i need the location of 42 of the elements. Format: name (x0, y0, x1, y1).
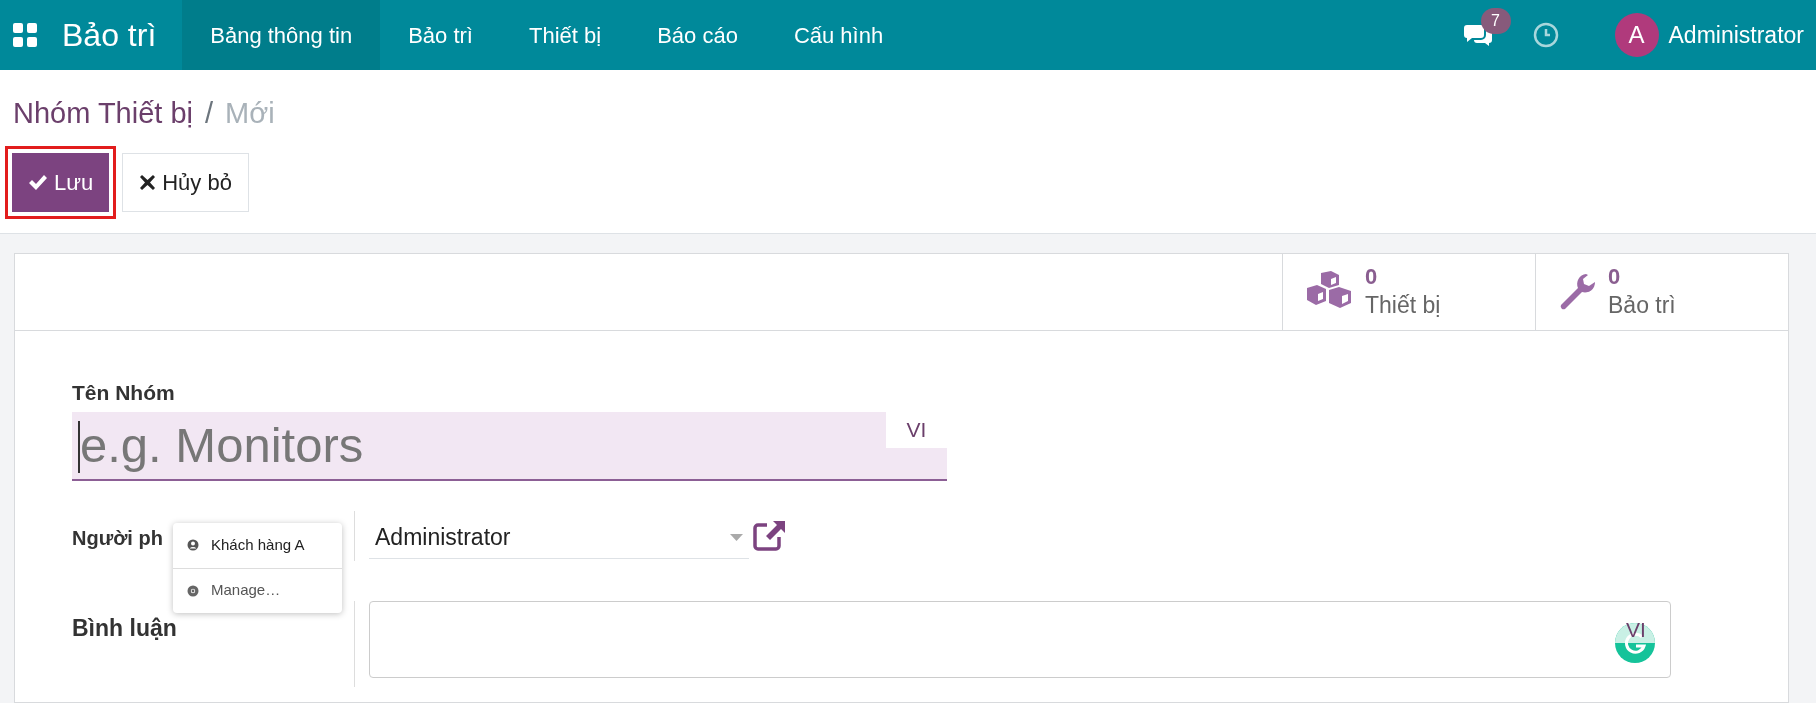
menu-item[interactable]: Cấu hình (765, 0, 912, 70)
field-label: Tên Nhóm (72, 379, 176, 406)
chat-icon[interactable] (1462, 22, 1493, 48)
apps-grid-icon[interactable] (12, 22, 38, 48)
responsible-select[interactable]: Administrator (369, 517, 749, 559)
placeholder-text: e.g. Monitors (80, 417, 365, 474)
menu-item[interactable]: Bảo trì (380, 0, 501, 70)
external-link-icon[interactable] (753, 519, 787, 551)
wrench-icon (1558, 271, 1596, 312)
autofill-item[interactable]: Khách hàng A (173, 522, 342, 568)
stat-count: 0 (1365, 263, 1378, 291)
language-button[interactable]: VI (1626, 614, 1646, 646)
autofill-item[interactable]: Manage… (173, 567, 342, 613)
user-name[interactable]: Administrator (1668, 17, 1816, 53)
person-icon (187, 539, 199, 551)
menu-item[interactable]: Báo cáo (629, 0, 766, 70)
stat-label: Bảo trì (1608, 290, 1676, 320)
notification-badge: 7 (1480, 8, 1511, 34)
user-avatar[interactable]: A (1614, 13, 1659, 57)
field-label: Người ph (72, 527, 163, 549)
browser-icon (187, 584, 199, 597)
grammar-assistant-icon[interactable] (1614, 622, 1656, 664)
app-title[interactable]: Bảo trì (62, 11, 183, 59)
caret-icon (730, 534, 743, 541)
close-icon (139, 173, 157, 191)
stat-label: Thiết bị (1365, 290, 1441, 320)
stat-count: 0 (1608, 263, 1621, 291)
clock-icon[interactable] (1532, 22, 1559, 48)
menu-item[interactable]: Bảng thông tin (182, 0, 381, 70)
breadcrumb-current: Mới (225, 96, 275, 131)
breadcrumb-link[interactable]: Nhóm Thiết bị (13, 92, 193, 136)
field-label: Bình luận (72, 614, 178, 643)
check-icon (28, 173, 48, 191)
stat-button[interactable]: 0 Bảo trì (1535, 253, 1788, 330)
menu-item[interactable]: Thiết bị (501, 0, 630, 70)
breadcrumb-separator: / (205, 96, 214, 131)
stat-button[interactable]: 0 Thiết bị (1282, 253, 1535, 330)
language-button[interactable]: VI (886, 412, 947, 448)
save-button[interactable]: Lưu (12, 152, 110, 212)
comment-field[interactable]: VI (369, 601, 1671, 678)
name-input-field[interactable]: e.g. Monitors VI (72, 412, 947, 481)
discard-button[interactable]: Hủy bỏ (122, 152, 249, 212)
